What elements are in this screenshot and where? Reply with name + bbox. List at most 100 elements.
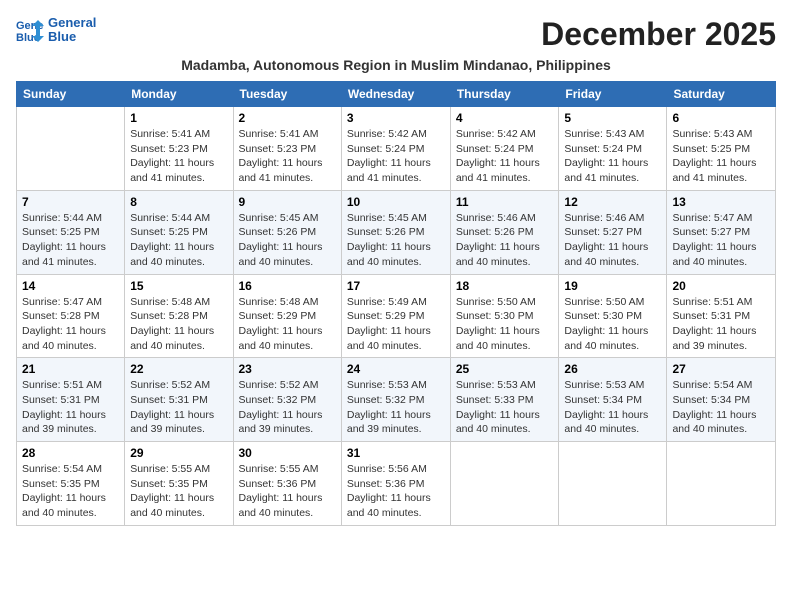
logo-line2: Blue [48,30,96,44]
calendar-cell: 21Sunrise: 5:51 AMSunset: 5:31 PMDayligh… [17,358,125,442]
weekday-header: Monday [125,82,233,107]
day-detail: Sunrise: 5:43 AMSunset: 5:24 PMDaylight:… [564,127,661,186]
calendar-cell: 24 Sunrise: 5:53 AMSunset: 5:32 PMDayligh… [341,358,450,442]
day-number: 22 [130,362,227,376]
day-number: 24 [347,362,445,376]
calendar-cell: 18 Sunrise: 5:50 AMSunset: 5:30 PMDayligh… [450,274,559,358]
calendar-cell: 13 Sunrise: 5:47 AMSunset: 5:27 PMDayligh… [667,190,776,274]
day-detail: Sunrise: 5:51 AMSunset: 5:31 PMDaylight:… [672,295,770,354]
weekday-header: Sunday [17,82,125,107]
day-detail: Sunrise: 5:47 AMSunset: 5:27 PMDaylight:… [672,211,770,270]
day-number: 1 [130,111,227,125]
day-number: 17 [347,279,445,293]
day-number: 27 [672,362,770,376]
day-detail: Sunrise: 5:55 AMSunset: 5:35 PMDaylight:… [130,462,227,521]
calendar-cell: 5 Sunrise: 5:43 AMSunset: 5:24 PMDaylight… [559,107,667,191]
day-number: 13 [672,195,770,209]
day-number: 10 [347,195,445,209]
day-number: 3 [347,111,445,125]
calendar-cell: 11 Sunrise: 5:46 AMSunset: 5:26 PMDayligh… [450,190,559,274]
day-detail: Sunrise: 5:53 AMSunset: 5:34 PMDaylight:… [564,378,661,437]
day-detail: Sunrise: 5:50 AMSunset: 5:30 PMDaylight:… [564,295,661,354]
logo-line1: General [48,16,96,30]
day-detail: Sunrise: 5:46 AMSunset: 5:26 PMDaylight:… [456,211,554,270]
calendar-cell: 27 Sunrise: 5:54 AMSunset: 5:34 PMDayligh… [667,358,776,442]
weekday-header: Wednesday [341,82,450,107]
weekday-header: Friday [559,82,667,107]
day-detail: Sunrise: 5:47 AMSunset: 5:28 PMDaylight:… [22,295,119,354]
day-detail: Sunrise: 5:52 AMSunset: 5:31 PMDaylight:… [130,378,227,437]
day-detail: Sunrise: 5:50 AMSunset: 5:30 PMDaylight:… [456,295,554,354]
calendar-cell: 23 Sunrise: 5:52 AMSunset: 5:32 PMDayligh… [233,358,341,442]
day-detail: Sunrise: 5:41 AMSunset: 5:23 PMDaylight:… [239,127,336,186]
calendar-cell: 8 Sunrise: 5:44 AMSunset: 5:25 PMDaylight… [125,190,233,274]
day-number: 29 [130,446,227,460]
day-number: 5 [564,111,661,125]
calendar-cell [559,442,667,526]
day-detail: Sunrise: 5:41 AMSunset: 5:23 PMDaylight:… [130,127,227,186]
day-detail: Sunrise: 5:48 AMSunset: 5:28 PMDaylight:… [130,295,227,354]
day-number: 28 [22,446,119,460]
logo: General Blue General Blue [16,16,96,45]
day-detail: Sunrise: 5:54 AMSunset: 5:34 PMDaylight:… [672,378,770,437]
day-number: 12 [564,195,661,209]
calendar-cell [667,442,776,526]
day-number: 7 [22,195,119,209]
day-detail: Sunrise: 5:53 AMSunset: 5:32 PMDaylight:… [347,378,445,437]
calendar-cell: 22 Sunrise: 5:52 AMSunset: 5:31 PMDayligh… [125,358,233,442]
calendar-cell [450,442,559,526]
day-detail: Sunrise: 5:48 AMSunset: 5:29 PMDaylight:… [239,295,336,354]
day-number: 18 [456,279,554,293]
day-number: 16 [239,279,336,293]
calendar-cell: 1 Sunrise: 5:41 AMSunset: 5:23 PMDaylight… [125,107,233,191]
day-detail: Sunrise: 5:52 AMSunset: 5:32 PMDaylight:… [239,378,336,437]
calendar-cell: 14 Sunrise: 5:47 AMSunset: 5:28 PMDayligh… [17,274,125,358]
day-detail: Sunrise: 5:49 AMSunset: 5:29 PMDaylight:… [347,295,445,354]
day-detail: Sunrise: 5:53 AMSunset: 5:33 PMDaylight:… [456,378,554,437]
calendar-cell: 10 Sunrise: 5:45 AMSunset: 5:26 PMDayligh… [341,190,450,274]
weekday-header: Tuesday [233,82,341,107]
day-detail: Sunrise: 5:56 AMSunset: 5:36 PMDaylight:… [347,462,445,521]
weekday-header: Saturday [667,82,776,107]
calendar-cell: 3 Sunrise: 5:42 AMSunset: 5:24 PMDaylight… [341,107,450,191]
calendar-cell: 25Sunrise: 5:53 AMSunset: 5:33 PMDayligh… [450,358,559,442]
calendar-cell: 7 Sunrise: 5:44 AMSunset: 5:25 PMDaylight… [17,190,125,274]
day-detail: Sunrise: 5:44 AMSunset: 5:25 PMDaylight:… [22,211,119,270]
day-number: 11 [456,195,554,209]
day-detail: Sunrise: 5:45 AMSunset: 5:26 PMDaylight:… [239,211,336,270]
day-detail: Sunrise: 5:51 AMSunset: 5:31 PMDaylight:… [22,378,119,437]
day-number: 30 [239,446,336,460]
calendar-cell: 26 Sunrise: 5:53 AMSunset: 5:34 PMDayligh… [559,358,667,442]
calendar-cell: 29 Sunrise: 5:55 AMSunset: 5:35 PMDayligh… [125,442,233,526]
logo-icon: General Blue [16,16,44,44]
day-number: 19 [564,279,661,293]
day-detail: Sunrise: 5:45 AMSunset: 5:26 PMDaylight:… [347,211,445,270]
day-number: 15 [130,279,227,293]
day-detail: Sunrise: 5:54 AMSunset: 5:35 PMDaylight:… [22,462,119,521]
day-detail: Sunrise: 5:42 AMSunset: 5:24 PMDaylight:… [347,127,445,186]
calendar-cell: 2 Sunrise: 5:41 AMSunset: 5:23 PMDaylight… [233,107,341,191]
day-number: 2 [239,111,336,125]
day-number: 8 [130,195,227,209]
day-detail: Sunrise: 5:44 AMSunset: 5:25 PMDaylight:… [130,211,227,270]
calendar-cell: 30 Sunrise: 5:55 AMSunset: 5:36 PMDayligh… [233,442,341,526]
calendar-cell: 28 Sunrise: 5:54 AMSunset: 5:35 PMDayligh… [17,442,125,526]
calendar-cell: 12 Sunrise: 5:46 AMSunset: 5:27 PMDayligh… [559,190,667,274]
calendar-cell: 9Sunrise: 5:45 AMSunset: 5:26 PMDaylight… [233,190,341,274]
day-number: 4 [456,111,554,125]
day-number: 31 [347,446,445,460]
calendar-cell: 19 Sunrise: 5:50 AMSunset: 5:30 PMDayligh… [559,274,667,358]
calendar-table: SundayMondayTuesdayWednesdayThursdayFrid… [16,81,776,526]
day-detail: Sunrise: 5:46 AMSunset: 5:27 PMDaylight:… [564,211,661,270]
month-title: December 2025 [541,16,776,53]
calendar-cell: 16 Sunrise: 5:48 AMSunset: 5:29 PMDayligh… [233,274,341,358]
day-detail: Sunrise: 5:43 AMSunset: 5:25 PMDaylight:… [672,127,770,186]
day-number: 23 [239,362,336,376]
calendar-cell: 15 Sunrise: 5:48 AMSunset: 5:28 PMDayligh… [125,274,233,358]
weekday-header: Thursday [450,82,559,107]
day-number: 26 [564,362,661,376]
day-number: 14 [22,279,119,293]
calendar-cell: 31 Sunrise: 5:56 AMSunset: 5:36 PMDayligh… [341,442,450,526]
day-detail: Sunrise: 5:55 AMSunset: 5:36 PMDaylight:… [239,462,336,521]
calendar-cell: 4Sunrise: 5:42 AMSunset: 5:24 PMDaylight… [450,107,559,191]
